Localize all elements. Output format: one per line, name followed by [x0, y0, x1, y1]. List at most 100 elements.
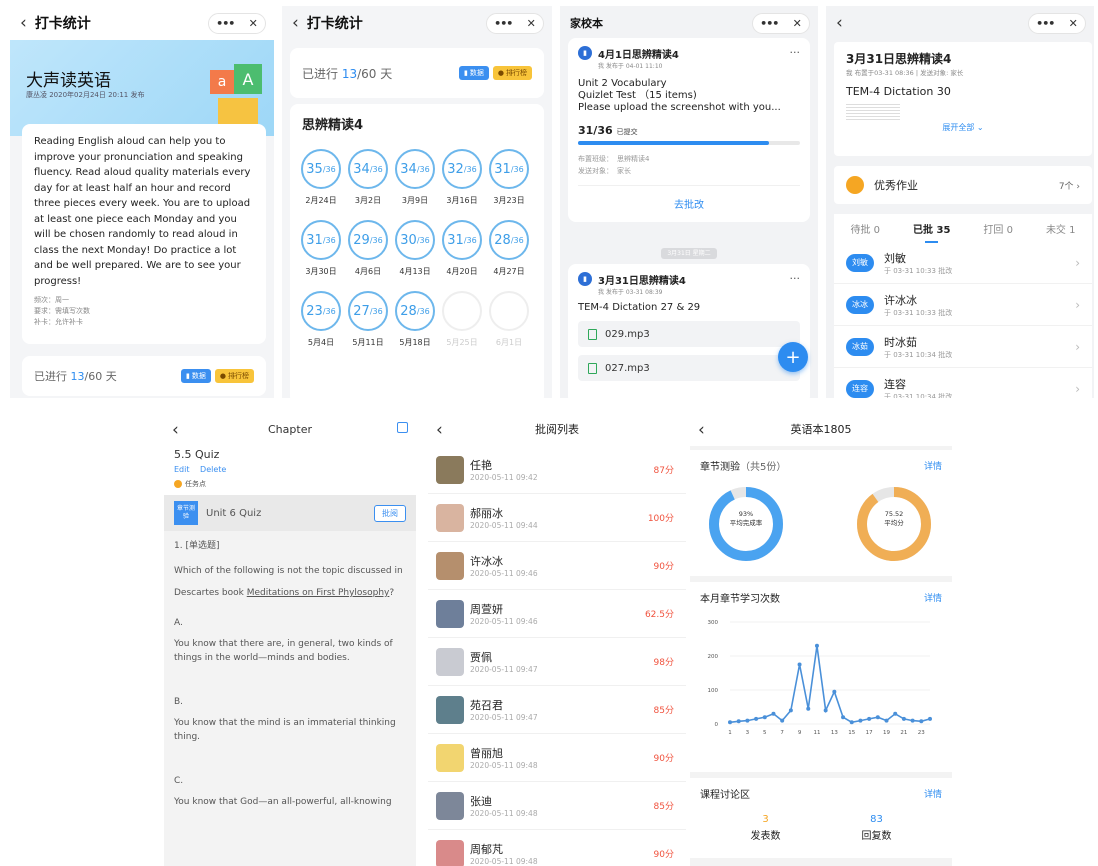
- assignment-card[interactable]: ▮ 4月1日思辨精读4 我 发布于 04-01 11:10 ··· Unit 2…: [568, 38, 810, 222]
- day-ring: 27/36: [348, 291, 388, 331]
- review-row[interactable]: 曾丽旭 2020-05-11 09:48 90分: [428, 734, 686, 782]
- edit-link[interactable]: Edit: [174, 465, 190, 474]
- tab-graded[interactable]: 已批 35: [913, 221, 950, 243]
- day-cell[interactable]: 31/36 3月23日: [486, 149, 532, 206]
- x-tick-label: 17: [866, 730, 873, 736]
- book-icon: ▮: [578, 272, 592, 286]
- data-point: [745, 718, 750, 723]
- student-row[interactable]: 刘敏 刘敏于 03-31 10:33 批改 ›: [834, 242, 1092, 284]
- section-title: 思辨精读4: [302, 118, 364, 133]
- student-row[interactable]: 连容 连容于 03-31 10:34 批改 ›: [834, 368, 1092, 398]
- day-cell[interactable]: 6月1日: [486, 291, 532, 348]
- detail-link[interactable]: 详情: [924, 459, 942, 472]
- badge-row: ▮ 数据 ● 排行榜: [459, 66, 532, 80]
- option-text: You know that the mind is an immaterial …: [174, 718, 396, 742]
- more-icon[interactable]: •••: [494, 17, 513, 30]
- data-button[interactable]: ▮ 数据: [459, 66, 489, 80]
- day-cell[interactable]: 28/36 4月27日: [486, 220, 532, 277]
- review-row[interactable]: 苑召君 2020-05-11 09:47 85分: [428, 686, 686, 734]
- add-fab-button[interactable]: +: [778, 342, 808, 372]
- day-cell[interactable]: 28/36 5月18日: [392, 291, 438, 348]
- posts-stat: 3 发表数: [750, 814, 781, 842]
- review-row[interactable]: 周郁芃 2020-05-11 09:48 90分: [428, 830, 686, 866]
- review-row[interactable]: 郝丽冰 2020-05-11 09:44 100分: [428, 494, 686, 542]
- option-label: B.: [174, 697, 184, 707]
- day-cell[interactable]: 30/36 4月13日: [392, 220, 438, 277]
- day-cell[interactable]: 34/36 3月9日: [392, 149, 438, 206]
- quiz-unit-row: 章节测验 Unit 6 Quiz 批阅: [164, 495, 416, 531]
- close-icon[interactable]: ✕: [793, 17, 802, 30]
- day-cell[interactable]: 34/36 3月2日: [345, 149, 391, 206]
- day-date: 3月2日: [354, 196, 382, 205]
- data-point: [762, 715, 767, 720]
- data-icon: ▮: [464, 69, 468, 77]
- student-row[interactable]: 冰冰 许冰冰于 03-31 10:33 批改 ›: [834, 284, 1092, 326]
- day-cell[interactable]: 31/36 4月20日: [439, 220, 485, 277]
- ranking-button[interactable]: ● 排行榜: [492, 66, 532, 80]
- x-tick-label: 13: [831, 730, 838, 736]
- grade-button[interactable]: 去批改: [578, 185, 800, 211]
- day-cell[interactable]: 27/36 5月11日: [345, 291, 391, 348]
- score: 90分: [653, 850, 674, 860]
- review-row[interactable]: 许冰冰 2020-05-11 09:46 90分: [428, 542, 686, 590]
- back-icon[interactable]: ‹: [836, 13, 843, 33]
- back-icon[interactable]: ‹: [172, 420, 179, 440]
- more-icon[interactable]: ···: [790, 272, 801, 285]
- expand-all-button[interactable]: 展开全部 ⌄: [846, 122, 1080, 133]
- assignment-card[interactable]: ▮ 3月31日思辨精读4 我 发布于 03-31 08:39 ··· TEM-4…: [568, 264, 810, 398]
- panel-home-school-book: 家校本 ••• ✕ ▮ 4月1日思辨精读4 我 发布于 04-01 11:10 …: [560, 6, 818, 398]
- audio-file[interactable]: 027.mp3: [578, 355, 800, 381]
- tab-returned[interactable]: 打回 0: [983, 221, 1013, 236]
- student-row[interactable]: 冰茹 时冰茹于 03-31 10:34 批改 ›: [834, 326, 1092, 368]
- back-icon[interactable]: ‹: [436, 420, 443, 440]
- more-icon[interactable]: ···: [790, 46, 801, 59]
- delete-link[interactable]: Delete: [200, 465, 226, 474]
- book-title-link[interactable]: Meditations on First Phylosophy: [247, 588, 390, 598]
- score: 98分: [653, 658, 674, 668]
- tab-pending[interactable]: 待批 0: [850, 221, 880, 236]
- day-cell[interactable]: 5月25日: [439, 291, 485, 348]
- day-cell[interactable]: 32/36 3月16日: [439, 149, 485, 206]
- ranking-button[interactable]: ● 排行榜: [214, 369, 254, 383]
- detail-link[interactable]: 详情: [924, 787, 942, 800]
- review-row[interactable]: 贾佩 2020-05-11 09:47 98分: [428, 638, 686, 686]
- back-icon[interactable]: ‹: [698, 420, 705, 440]
- banner-meta: 康丛凌 2020年02月24日 20:11 发布: [26, 91, 145, 99]
- day-cell[interactable]: 29/36 4月6日: [345, 220, 391, 277]
- section-count: （共5份）: [740, 461, 787, 473]
- monthly-study-section: 本月章节学习次数 详情 0 100 200 300 1 3 5 7 9 11 13 15 17 19 21 2…: [690, 582, 952, 772]
- discussion-stats: 3 发表数 83 回复数: [690, 808, 952, 842]
- close-icon[interactable]: ✕: [249, 17, 258, 30]
- day-cell[interactable]: 31/36 3月30日: [298, 220, 344, 277]
- score: 62.5分: [644, 610, 674, 620]
- close-icon[interactable]: ✕: [1069, 17, 1078, 30]
- review-row[interactable]: 周萱妍 2020-05-11 09:46 62.5分: [428, 590, 686, 638]
- data-button[interactable]: ▮ 数据: [181, 369, 211, 383]
- more-icon[interactable]: •••: [1036, 17, 1055, 30]
- more-icon[interactable]: •••: [760, 17, 779, 30]
- submit-time: 2020-05-11 09:46: [470, 569, 538, 578]
- review-row[interactable]: 张迪 2020-05-11 09:48 85分: [428, 782, 686, 830]
- share-icon[interactable]: [397, 422, 408, 433]
- tab-not-submitted[interactable]: 未交 1: [1046, 221, 1076, 236]
- review-button[interactable]: 批阅: [374, 504, 406, 522]
- excellent-work-row[interactable]: 优秀作业 7个 ›: [834, 166, 1092, 204]
- back-icon[interactable]: ‹: [20, 13, 27, 33]
- option-c[interactable]: C. You know that God—an all-powerful, al…: [174, 774, 406, 809]
- section-title: 本月章节学习次数: [700, 593, 780, 605]
- option-a[interactable]: A. You know that there are, in general, …: [174, 616, 406, 665]
- audio-file[interactable]: 029.mp3: [578, 321, 800, 347]
- review-row[interactable]: 任艳 2020-05-11 09:42 87分: [428, 446, 686, 494]
- score: 90分: [653, 754, 674, 764]
- day-cell[interactable]: 23/36 5月4日: [298, 291, 344, 348]
- x-tick-label: 7: [780, 730, 784, 736]
- option-b[interactable]: B. You know that the mind is an immateri…: [174, 695, 406, 744]
- section-title: 课程讨论区: [700, 789, 750, 801]
- quiz-header: 5.5 Quiz Edit Delete 任务点: [164, 446, 416, 495]
- back-icon[interactable]: ‹: [292, 13, 299, 33]
- detail-link[interactable]: 详情: [924, 591, 942, 604]
- day-cell[interactable]: 35/36 2月24日: [298, 149, 344, 206]
- header: ‹ 打卡统计 ••• ✕: [282, 6, 552, 40]
- more-icon[interactable]: •••: [216, 17, 235, 30]
- close-icon[interactable]: ✕: [527, 17, 536, 30]
